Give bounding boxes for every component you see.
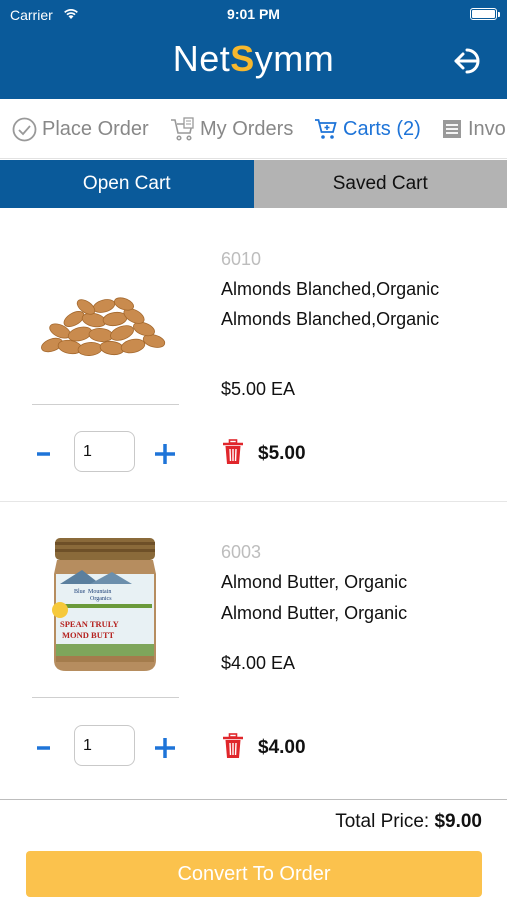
svg-text:MOND BUTT: MOND BUTT [62, 630, 115, 640]
tab-place-order[interactable]: Place Order [12, 99, 149, 158]
total-label: Total Price: [335, 811, 430, 832]
cart-item: Blue Mountain Organics SPEAN TRULY MOND … [0, 502, 507, 798]
item-unit-price: $4.00 EA [221, 653, 296, 673]
item-description: Almond Butter, Organic [221, 603, 408, 623]
item-sku: 6010 [221, 249, 262, 269]
svg-text:SPEAN TRULY: SPEAN TRULY [60, 619, 119, 629]
quantity-input[interactable] [74, 725, 135, 766]
check-circle-icon [12, 117, 37, 141]
svg-text:Mountain: Mountain [88, 589, 111, 595]
item-line-total: $5.00 [258, 443, 306, 464]
almonds-image [41, 297, 166, 356]
trash-icon[interactable] [222, 733, 244, 759]
cart-segmented-control: Open Cart Saved Cart [0, 160, 507, 208]
trash-icon[interactable] [222, 439, 244, 465]
item-description: Almonds Blanched,Organic [221, 309, 440, 329]
open-cart-tab[interactable]: Open Cart [0, 160, 254, 208]
increase-quantity-button[interactable] [154, 737, 176, 759]
decrease-quantity-button[interactable] [33, 443, 55, 465]
svg-text:Organics: Organics [90, 596, 112, 602]
item-line-total: $4.00 [258, 737, 306, 758]
battery-icon [470, 8, 500, 20]
logout-icon[interactable] [453, 46, 489, 76]
item-sku: 6003 [221, 542, 262, 562]
cart-icon [315, 119, 337, 139]
status-bar: Carrier 9:01 PM [0, 0, 507, 30]
thumb-divider [32, 404, 179, 405]
invoice-icon [443, 120, 461, 138]
cart-list-icon [171, 116, 194, 141]
tab-invoices[interactable]: Invo [441, 99, 506, 158]
increase-quantity-button[interactable] [154, 443, 176, 465]
total-value: $9.00 [434, 811, 482, 832]
thumb-divider [32, 697, 179, 698]
almond-butter-jar-image: Blue Mountain Organics SPEAN TRULY MOND … [52, 538, 156, 671]
cart-item: 6010 Almonds Blanched,Organic Almonds Bl… [0, 209, 507, 501]
quantity-input[interactable] [74, 431, 135, 472]
app-logo: NetSymm [172, 38, 335, 79]
convert-to-order-button[interactable]: Convert To Order [26, 851, 482, 897]
app-header: Carrier 9:01 PM NetSymm [0, 0, 507, 99]
top-nav: Place Order My Orders Carts (2) Invo [0, 99, 507, 159]
saved-cart-tab[interactable]: Saved Cart [253, 160, 507, 208]
decrease-quantity-button[interactable] [33, 737, 55, 759]
total-price: Total Price: $9.00 [335, 811, 482, 833]
item-name: Almond Butter, Organic [221, 572, 408, 592]
tab-carts[interactable]: Carts (2) [314, 99, 421, 158]
item-name: Almonds Blanched,Organic [221, 279, 440, 299]
tab-my-orders[interactable]: My Orders [170, 99, 293, 158]
svg-text:Blue: Blue [74, 589, 86, 595]
clock: 9:01 PM [227, 6, 280, 22]
footer-divider [0, 799, 507, 800]
item-unit-price: $5.00 EA [221, 379, 296, 399]
